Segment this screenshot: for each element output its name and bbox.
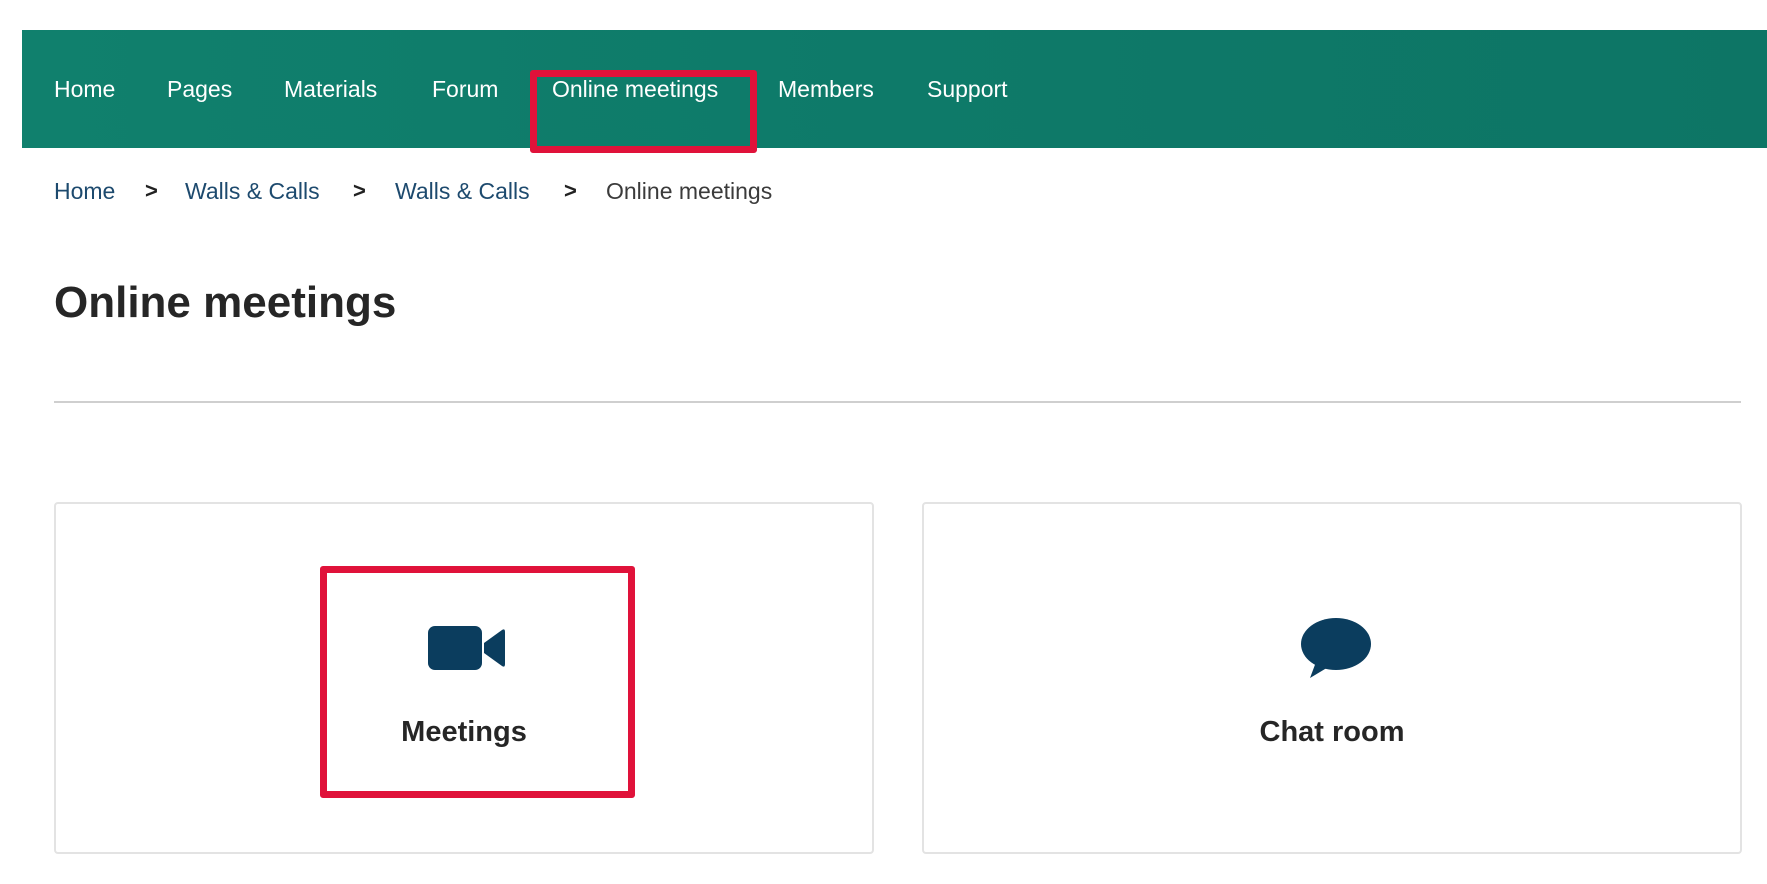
divider [54,401,1741,403]
chat-room-card[interactable]: Chat room [922,502,1742,854]
meetings-highlight-box [320,566,635,798]
breadcrumb-separator: > [564,178,577,203]
nav-item-members[interactable]: Members [778,30,874,148]
top-navigation-bar: Home Pages Materials Forum Online meetin… [22,30,1767,148]
nav-item-materials[interactable]: Materials [284,30,377,148]
page-title: Online meetings [54,278,397,327]
nav-item-support[interactable]: Support [927,30,1008,148]
breadcrumb-current: Online meetings [606,178,773,204]
chat-room-card-label: Chat room [1259,716,1405,748]
breadcrumb-walls-and-calls[interactable]: Walls & Calls [185,174,320,208]
page: Home Pages Materials Forum Online meetin… [0,0,1767,884]
breadcrumb-separator: > [145,178,158,203]
chat-bubble-icon [1301,618,1371,678]
nav-highlight-box [530,70,757,153]
breadcrumb-separator: > [353,178,366,203]
nav-item-home[interactable]: Home [54,30,115,148]
breadcrumb-walls-and-calls-sub[interactable]: Walls & Calls [395,174,530,208]
nav-item-pages[interactable]: Pages [167,30,232,148]
nav-item-forum[interactable]: Forum [432,30,498,148]
breadcrumb-home[interactable]: Home [54,174,115,208]
